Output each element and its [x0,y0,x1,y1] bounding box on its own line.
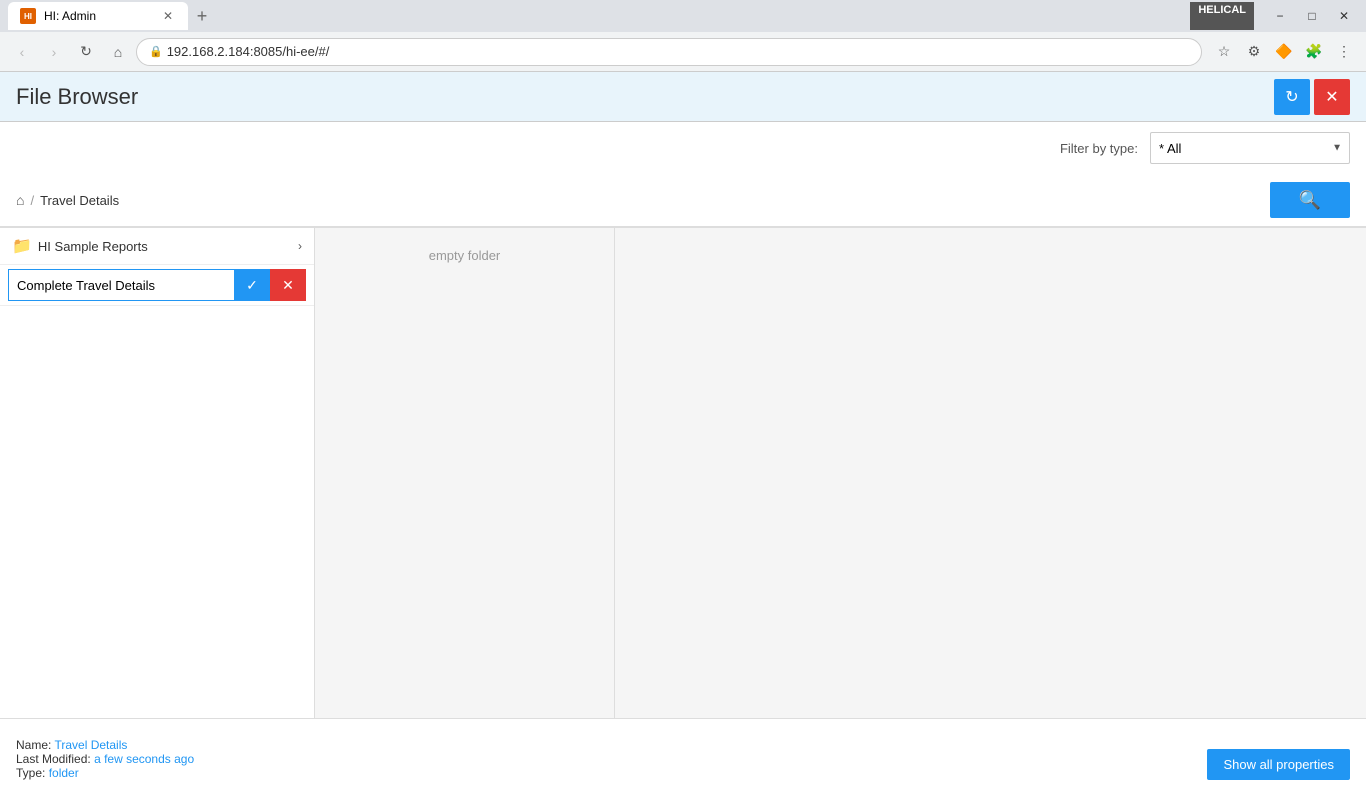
lock-icon: 🔒 [149,45,163,58]
refresh-button[interactable]: ↻ [1274,79,1310,115]
status-info: Name: Travel Details Last Modified: a fe… [16,738,1207,780]
filter-select-wrapper: * All [1150,132,1350,164]
new-tab-button[interactable]: + [188,2,216,30]
tab-favicon: HI [20,8,36,24]
checkmark-icon: ✓ [246,277,258,294]
status-bar: Name: Travel Details Last Modified: a fe… [0,718,1366,798]
bookmark-icon[interactable]: ☆ [1210,38,1238,66]
helical-ext-icon[interactable]: 🔶 [1270,38,1298,66]
home-button[interactable]: ⌂ [104,38,132,66]
rename-input[interactable] [8,269,234,301]
tab-close-button[interactable]: ✕ [160,8,176,24]
toolbar-icons: ☆ ⚙ 🔶 🧩 ⋮ [1210,38,1358,66]
status-bar-inner: Name: Travel Details Last Modified: a fe… [16,738,1350,780]
x-icon: ✕ [282,277,294,294]
type-value[interactable]: folder [49,766,79,780]
filter-select[interactable]: * All [1150,132,1350,164]
rename-cancel-button[interactable]: ✕ [270,269,306,301]
page-title: File Browser [16,84,138,110]
type-label: Type: [16,766,45,780]
app-header: File Browser ↻ ✕ [0,72,1366,122]
rename-row: ✓ ✕ [0,265,314,306]
empty-folder-text: empty folder [429,248,501,263]
filter-label: Filter by type: [1060,141,1138,156]
window-controls: HELICAL − □ ✕ [1190,2,1358,30]
header-actions: ↻ ✕ [1274,79,1350,115]
modified-label: Last Modified: [16,752,91,766]
left-panel: 📁 HI Sample Reports › ✓ ✕ [0,228,315,718]
middle-panel: empty folder [315,228,615,718]
filter-bar: Filter by type: * All [0,122,1366,174]
name-value[interactable]: Travel Details [54,738,127,752]
browser-tab[interactable]: HI HI: Admin ✕ [8,2,188,30]
breadcrumb-current: Travel Details [40,193,119,208]
tab-favicon-text: HI [24,12,32,21]
status-name-line: Name: Travel Details [16,738,1207,752]
right-panel [615,228,1366,718]
extensions-icon[interactable]: ⚙ [1240,38,1268,66]
address-text: 192.168.2.184:8085/hi-ee/#/ [167,44,330,59]
status-type-line: Type: folder [16,766,1207,780]
browser-titlebar: HI HI: Admin ✕ + HELICAL − □ ✕ [0,0,1366,32]
modified-value: a few seconds ago [94,752,194,766]
breadcrumb-home-icon[interactable]: ⌂ [16,192,24,208]
browser-addressbar: ‹ › ↻ ⌂ 🔒 192.168.2.184:8085/hi-ee/#/ ☆ … [0,32,1366,72]
show-properties-button[interactable]: Show all properties [1207,749,1350,780]
folder-icon: 📁 [12,236,32,256]
breadcrumb-bar: ⌂ / Travel Details 🔍 [0,174,1366,227]
status-modified-line: Last Modified: a few seconds ago [16,752,1207,766]
search-icon: 🔍 [1299,190,1321,211]
tab-title: HI: Admin [44,9,96,23]
maximize-button[interactable]: □ [1298,2,1326,30]
folder-arrow-icon: › [298,239,302,253]
back-button[interactable]: ‹ [8,38,36,66]
puzzle-icon[interactable]: 🧩 [1300,38,1328,66]
breadcrumb-separator: / [30,193,34,208]
forward-button[interactable]: › [40,38,68,66]
folder-name: HI Sample Reports [38,239,292,254]
refresh-icon: ↻ [1285,87,1298,107]
close-icon: ✕ [1325,87,1338,107]
menu-icon[interactable]: ⋮ [1330,38,1358,66]
folder-item[interactable]: 📁 HI Sample Reports › [0,228,314,265]
address-bar[interactable]: 🔒 192.168.2.184:8085/hi-ee/#/ [136,38,1202,66]
minimize-button[interactable]: − [1266,2,1294,30]
helical-badge: HELICAL [1190,2,1254,30]
name-label: Name: [16,738,51,752]
header-close-button[interactable]: ✕ [1314,79,1350,115]
breadcrumb-search-button[interactable]: 🔍 [1270,182,1350,218]
close-button[interactable]: ✕ [1330,2,1358,30]
rename-confirm-button[interactable]: ✓ [234,269,270,301]
main-content: 📁 HI Sample Reports › ✓ ✕ empty folder [0,227,1366,718]
reload-button[interactable]: ↻ [72,38,100,66]
